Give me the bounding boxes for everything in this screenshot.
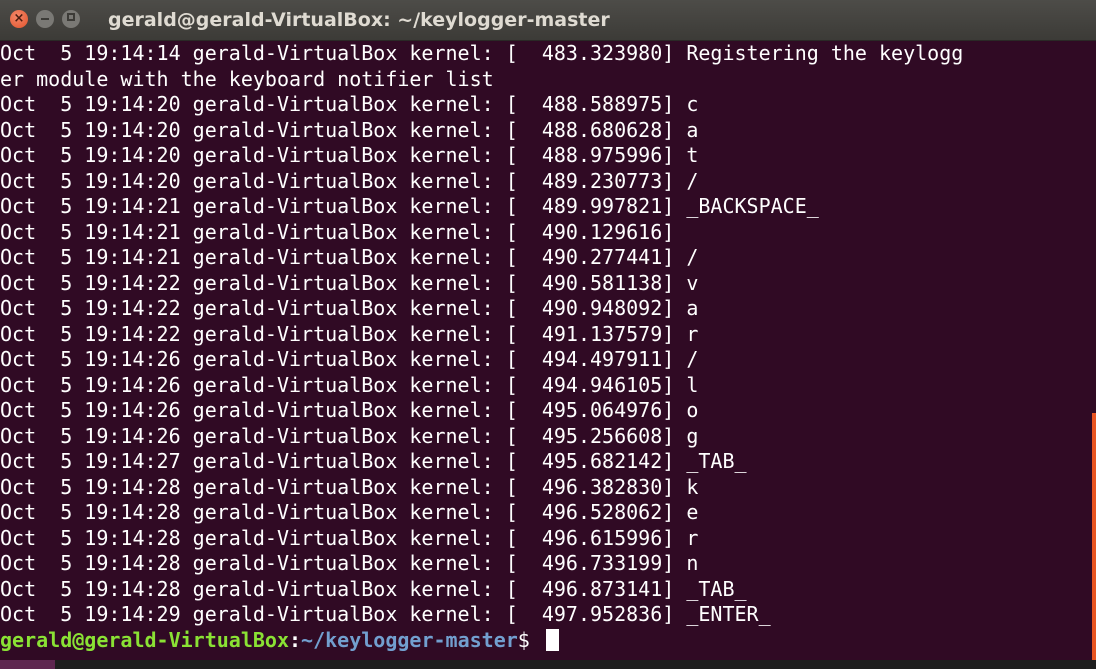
terminal-line: Oct 5 19:14:20 gerald-VirtualBox kernel:… <box>0 117 699 142</box>
prompt-line[interactable]: gerald@gerald-VirtualBox:~/keylogger-mas… <box>0 628 1086 654</box>
minimize-button[interactable] <box>36 10 54 28</box>
terminal-line: Oct 5 19:14:14 gerald-VirtualBox kernel:… <box>0 41 964 65</box>
terminal-line: Oct 5 19:14:21 gerald-VirtualBox kernel:… <box>0 219 675 244</box>
title-bar[interactable]: × gerald@gerald-VirtualBox: ~/keylogger-… <box>0 0 1096 41</box>
terminal-line: Oct 5 19:14:22 gerald-VirtualBox kernel:… <box>0 321 699 346</box>
terminal-line: Oct 5 19:14:28 gerald-VirtualBox kernel:… <box>0 551 699 575</box>
close-icon: × <box>13 11 25 26</box>
terminal-line: Oct 5 19:14:26 gerald-VirtualBox kernel:… <box>0 372 699 397</box>
terminal-line: Oct 5 19:14:28 gerald-VirtualBox kernel:… <box>0 500 699 524</box>
terminal-line: Oct 5 19:14:22 gerald-VirtualBox kernel:… <box>0 296 699 320</box>
prompt-path: ~/keylogger-master <box>301 627 518 652</box>
window-title: gerald@gerald-VirtualBox: ~/keylogger-ma… <box>108 9 610 31</box>
terminal-output[interactable]: Oct 5 19:14:14 gerald-VirtualBox kernel:… <box>0 41 1086 669</box>
prompt-symbol: $ <box>517 627 542 652</box>
prompt-colon: : <box>288 627 302 652</box>
terminal-line: Oct 5 19:14:26 gerald-VirtualBox kernel:… <box>0 398 699 422</box>
text-cursor <box>545 628 559 651</box>
close-button[interactable]: × <box>10 10 28 28</box>
terminal-line: Oct 5 19:14:26 gerald-VirtualBox kernel:… <box>0 423 699 448</box>
maximize-icon <box>67 13 75 21</box>
terminal-line: Oct 5 19:14:20 gerald-VirtualBox kernel:… <box>0 143 699 167</box>
terminal-window: × gerald@gerald-VirtualBox: ~/keylogger-… <box>0 0 1096 669</box>
terminal-line: Oct 5 19:14:21 gerald-VirtualBox kernel:… <box>0 194 819 218</box>
taskbar-strip <box>0 660 1096 669</box>
terminal-line: Oct 5 19:14:28 gerald-VirtualBox kernel:… <box>0 474 699 499</box>
terminal-line: Oct 5 19:14:20 gerald-VirtualBox kernel:… <box>0 92 699 116</box>
prompt-user-host: gerald@gerald-VirtualBox <box>0 627 289 652</box>
maximize-button[interactable] <box>62 10 80 28</box>
scrollbar[interactable] <box>1092 41 1096 669</box>
taskbar-active-indicator[interactable] <box>0 660 55 669</box>
terminal-line: Oct 5 19:14:22 gerald-VirtualBox kernel:… <box>0 270 699 295</box>
terminal-line: Oct 5 19:14:28 gerald-VirtualBox kernel:… <box>0 525 699 550</box>
terminal-line: Oct 5 19:14:28 gerald-VirtualBox kernel:… <box>0 576 747 601</box>
terminal-line: Oct 5 19:14:29 gerald-VirtualBox kernel:… <box>0 602 771 626</box>
terminal-line: Oct 5 19:14:27 gerald-VirtualBox kernel:… <box>0 449 747 473</box>
minimize-icon <box>41 18 49 20</box>
terminal-line: Oct 5 19:14:20 gerald-VirtualBox kernel:… <box>0 168 699 193</box>
terminal-line: er module with the keyboard notifier lis… <box>0 66 494 91</box>
scrollbar-thumb[interactable] <box>1092 413 1096 669</box>
terminal-line: Oct 5 19:14:26 gerald-VirtualBox kernel:… <box>0 347 699 371</box>
terminal-line: Oct 5 19:14:21 gerald-VirtualBox kernel:… <box>0 245 699 269</box>
